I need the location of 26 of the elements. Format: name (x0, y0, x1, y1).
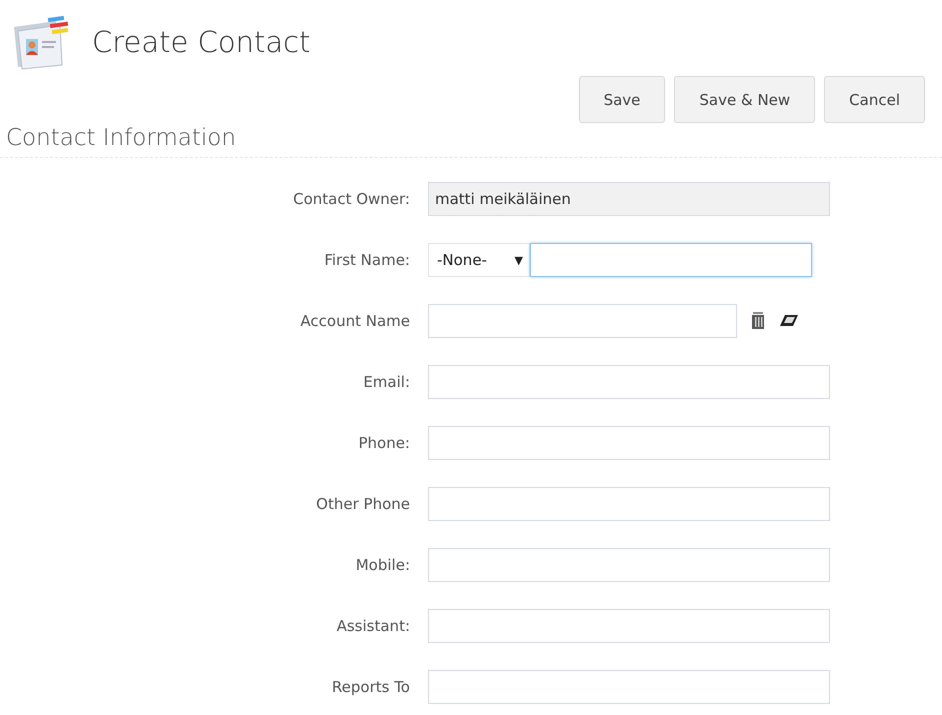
field-label: Account Name (299, 312, 410, 330)
action-button[interactable]: Save & New (674, 76, 816, 123)
text-field[interactable] (428, 548, 830, 582)
text-field[interactable] (428, 487, 830, 521)
field-label: Email: (362, 373, 410, 391)
field-label: Contact Owner: (292, 190, 410, 208)
section-title: Contact Information (0, 123, 942, 158)
text-field[interactable] (428, 670, 830, 704)
field-label: First Name: (323, 251, 410, 269)
text-field[interactable] (428, 426, 830, 460)
page-title: Create Contact (92, 25, 310, 59)
salutation-dropdown[interactable]: -None- ▼ (428, 243, 530, 277)
account-name-field[interactable] (428, 304, 737, 338)
first-name-field[interactable] (530, 243, 812, 277)
action-button[interactable]: Cancel (824, 76, 925, 123)
field-label: Mobile: (354, 556, 410, 574)
field-label: Assistant: (336, 617, 410, 635)
owner-field[interactable]: matti meikäläinen (428, 182, 830, 216)
action-button[interactable]: Save (578, 76, 666, 123)
text-field[interactable] (428, 609, 830, 643)
field-label: Phone: (357, 434, 410, 452)
field-label: Reports To (330, 678, 410, 696)
trash-icon[interactable] (751, 312, 765, 330)
field-label: Other Phone (315, 495, 410, 513)
text-field[interactable] (428, 365, 830, 399)
eraser-icon[interactable] (779, 314, 799, 328)
